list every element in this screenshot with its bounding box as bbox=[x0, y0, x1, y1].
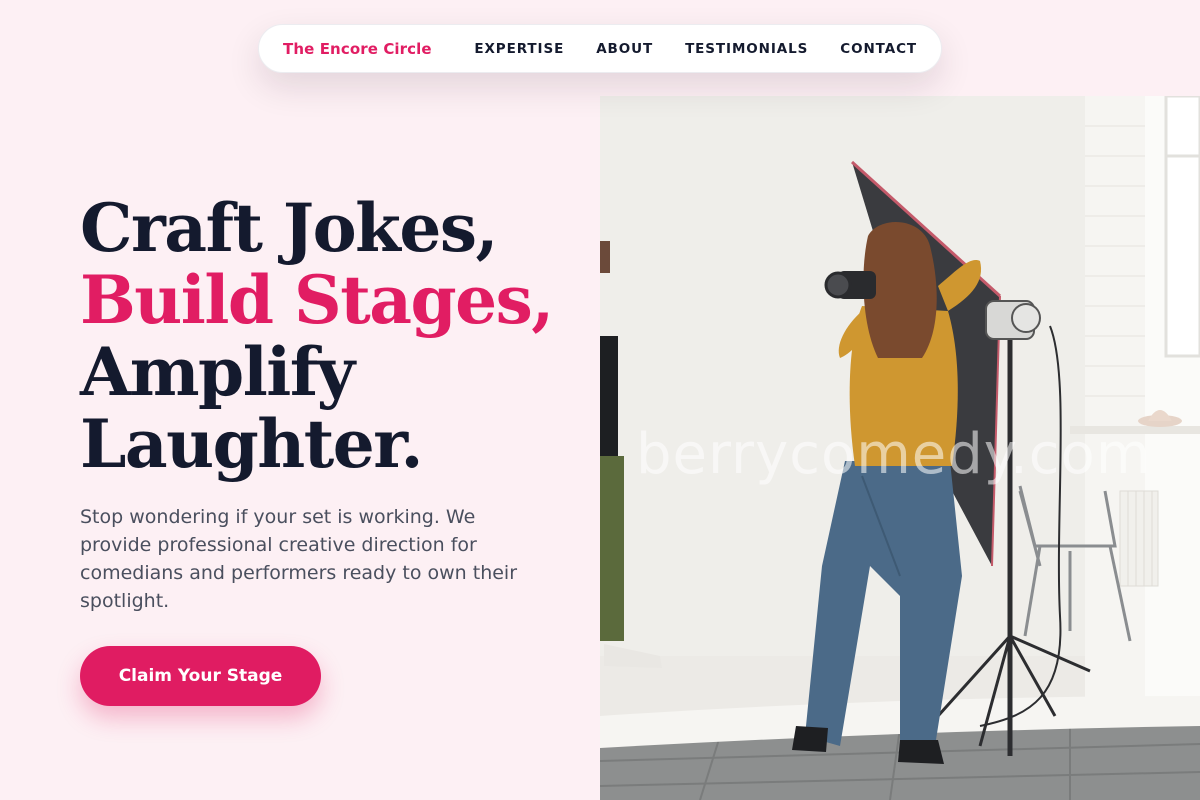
nav-link-expertise[interactable]: EXPERTISE bbox=[474, 41, 564, 57]
brand-logo[interactable]: The Encore Circle bbox=[283, 40, 432, 58]
claim-your-stage-button[interactable]: Claim Your Stage bbox=[80, 646, 321, 706]
headline-line-3: Amplify bbox=[80, 333, 355, 411]
photographer-studio-illustration bbox=[600, 96, 1200, 800]
hero-description: Stop wondering if your set is working. W… bbox=[80, 506, 518, 612]
headline-line-2: Build Stages, bbox=[80, 261, 554, 339]
nav-link-contact[interactable]: CONTACT bbox=[840, 41, 917, 57]
hero-headline: Craft Jokes, Build Stages, Amplify Laugh… bbox=[80, 189, 554, 483]
headline-line-4: Laughter. bbox=[80, 405, 423, 483]
nav-links: EXPERTISE ABOUT TESTIMONIALS CONTACT bbox=[474, 41, 917, 57]
top-navigation: The Encore Circle EXPERTISE ABOUT TESTIM… bbox=[258, 24, 942, 73]
nav-link-about[interactable]: ABOUT bbox=[596, 41, 653, 57]
headline-line-1: Craft Jokes, bbox=[80, 189, 499, 267]
hero-photo bbox=[600, 96, 1200, 800]
nav-link-testimonials[interactable]: TESTIMONIALS bbox=[685, 41, 808, 57]
